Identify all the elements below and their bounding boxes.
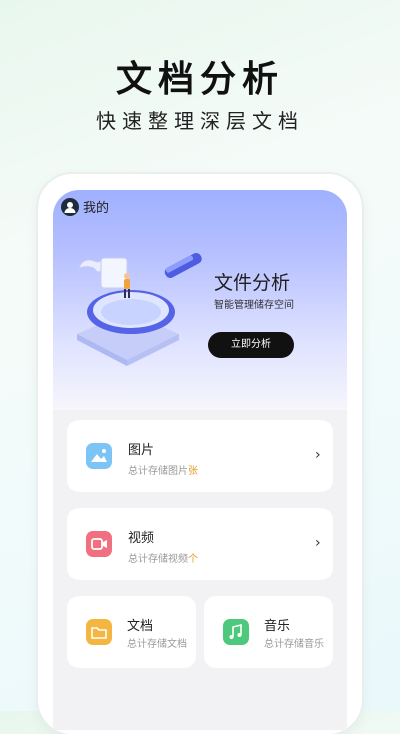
- my-profile-label: 我的: [83, 201, 110, 216]
- music-subtitle: 总计存储音乐: [264, 639, 324, 650]
- chevron-right-icon: ›: [315, 535, 321, 551]
- hero-subtitle: 快速整理深层文档: [96, 109, 304, 133]
- folder-icon: [86, 619, 112, 645]
- analyze-now-button[interactable]: 立即分析: [208, 332, 294, 358]
- header-panel: 我的 文件分析 智能管理储存空间 立即分析: [53, 190, 347, 410]
- images-title: 图片: [128, 443, 155, 458]
- analysis-description: 智能管理储存空间: [214, 300, 294, 311]
- magnifier-illustration-icon: [77, 252, 202, 366]
- video-icon: [86, 531, 112, 557]
- images-subtitle: 总计存储图片张: [128, 466, 198, 477]
- images-item[interactable]: 图片 总计存储图片张 ›: [67, 420, 333, 492]
- videos-title: 视频: [128, 531, 155, 546]
- videos-subtitle: 总计存储视频个: [128, 554, 198, 565]
- my-profile-button[interactable]: 我的: [61, 197, 109, 216]
- chevron-right-icon: ›: [315, 447, 321, 463]
- image-icon: [86, 443, 112, 469]
- documents-title: 文档: [127, 619, 154, 634]
- analysis-title: 文件分析: [214, 272, 291, 294]
- music-item[interactable]: 音乐 总计存储音乐: [204, 596, 333, 668]
- videos-item[interactable]: 视频 总计存储视频个 ›: [67, 508, 333, 580]
- avatar-icon: [61, 197, 79, 216]
- app-screen: 我的 文件分析 智能管理储存空间 立即分析 图片 总计存储图片张 › 视频 总计…: [53, 190, 347, 730]
- hero-title: 文档分析: [115, 59, 284, 100]
- documents-subtitle: 总计存储文档: [127, 639, 187, 650]
- music-title: 音乐: [264, 619, 291, 634]
- documents-item[interactable]: 文档 总计存储文档: [67, 596, 196, 668]
- music-icon: [223, 619, 249, 645]
